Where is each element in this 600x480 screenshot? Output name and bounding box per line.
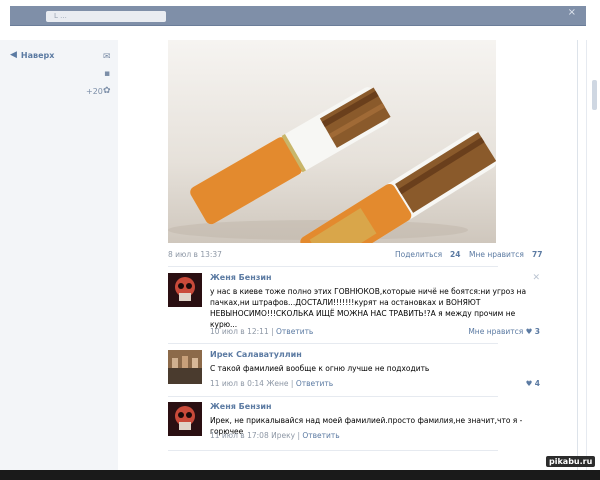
arrow-up-icon: ◀: [10, 50, 17, 60]
comment-like-label: Мне нравится: [468, 327, 524, 336]
divider: [168, 450, 498, 451]
top-bar: L ... ×: [0, 0, 600, 40]
comment-item: Женя Бензин Ирек, не прикалывайся над мо…: [168, 402, 548, 446]
search-input[interactable]: L ...: [46, 11, 166, 22]
gear-icon[interactable]: ✿: [103, 86, 111, 96]
comment-date[interactable]: 10 июл в 12:11: [210, 327, 269, 336]
like-count: 77: [532, 250, 543, 259]
top-bar-inner: L ... ×: [10, 6, 586, 26]
comment-meta: 10 июл в 12:11 | Ответить: [210, 327, 314, 336]
heart-icon: ♥: [525, 379, 533, 388]
comment-meta: 11 июл в 17:08 Иреку | Ответить: [210, 431, 340, 440]
comment-meta: 11 июл в 0:14 Жене | Ответить: [210, 379, 334, 388]
avatar[interactable]: [168, 273, 202, 307]
scroll-up-label: Наверх: [20, 50, 55, 60]
post-date[interactable]: 8 июл в 13:37: [168, 250, 222, 259]
skull-avatar-icon: [168, 402, 202, 436]
comment-date[interactable]: 11 июл в 0:14 Жене: [210, 379, 289, 388]
like-button[interactable]: Мне нравится: [469, 250, 524, 259]
delete-comment-icon[interactable]: ✕: [532, 273, 540, 283]
watermark: pikabu.ru: [546, 456, 596, 467]
reply-link[interactable]: Ответить: [276, 327, 313, 336]
skull-avatar-icon: [168, 273, 202, 307]
scrollbar[interactable]: [586, 40, 600, 470]
scroll-up-link[interactable]: ◀ Наверх: [10, 50, 54, 60]
avatar[interactable]: [168, 350, 202, 384]
avatar[interactable]: [168, 402, 202, 436]
comment-item: Женя Бензин ✕ у нас в киеве тоже полно э…: [168, 273, 548, 343]
divider: [168, 266, 498, 267]
reply-link[interactable]: Ответить: [302, 431, 339, 440]
search-placeholder: L ...: [54, 12, 67, 20]
bottom-bar: [0, 470, 600, 480]
notification-count: +20: [86, 87, 103, 96]
mail-icon[interactable]: ✉: [103, 52, 111, 62]
reply-link[interactable]: Ответить: [296, 379, 333, 388]
comment-date[interactable]: 11 июл в 17:08 Иреку: [210, 431, 295, 440]
heart-icon: ♥: [525, 327, 533, 336]
chat-icon[interactable]: ▪: [104, 69, 110, 79]
comment-text: С такой фамилией вообще к огню лучше не …: [210, 364, 430, 373]
comment-like[interactable]: ♥ 4: [526, 379, 540, 388]
comment-like-count: 3: [534, 327, 540, 336]
comment-text: у нас в киеве тоже полно этих ГОВНЮКОВ,к…: [210, 287, 527, 329]
comment-author[interactable]: Женя Бензин: [210, 273, 272, 282]
left-sidebar: ◀ Наверх ✉ ▪ +20 ✿: [0, 40, 118, 470]
comment-item: Ирек Салаватуллин С такой фамилией вообщ…: [168, 350, 548, 394]
share-button[interactable]: Поделиться: [395, 250, 442, 259]
share-count: 24: [450, 250, 461, 259]
main-content: 8 июл в 13:37 Поделиться 24 Мне нравится…: [118, 40, 578, 470]
comment-author[interactable]: Ирек Салаватуллин: [210, 350, 302, 359]
comment-author[interactable]: Женя Бензин: [210, 402, 272, 411]
group-photo-avatar-icon: [168, 350, 202, 384]
cigarettes-image: [168, 87, 496, 243]
comment-like-count: 4: [534, 379, 540, 388]
divider: [168, 396, 498, 397]
close-icon[interactable]: ×: [568, 7, 576, 18]
post-photo[interactable]: [168, 40, 496, 243]
scroll-thumb[interactable]: [592, 80, 597, 110]
comment-like[interactable]: Мне нравится ♥ 3: [468, 327, 540, 336]
divider: [168, 343, 498, 344]
post-meta: 8 июл в 13:37 Поделиться 24 Мне нравится…: [168, 250, 568, 262]
